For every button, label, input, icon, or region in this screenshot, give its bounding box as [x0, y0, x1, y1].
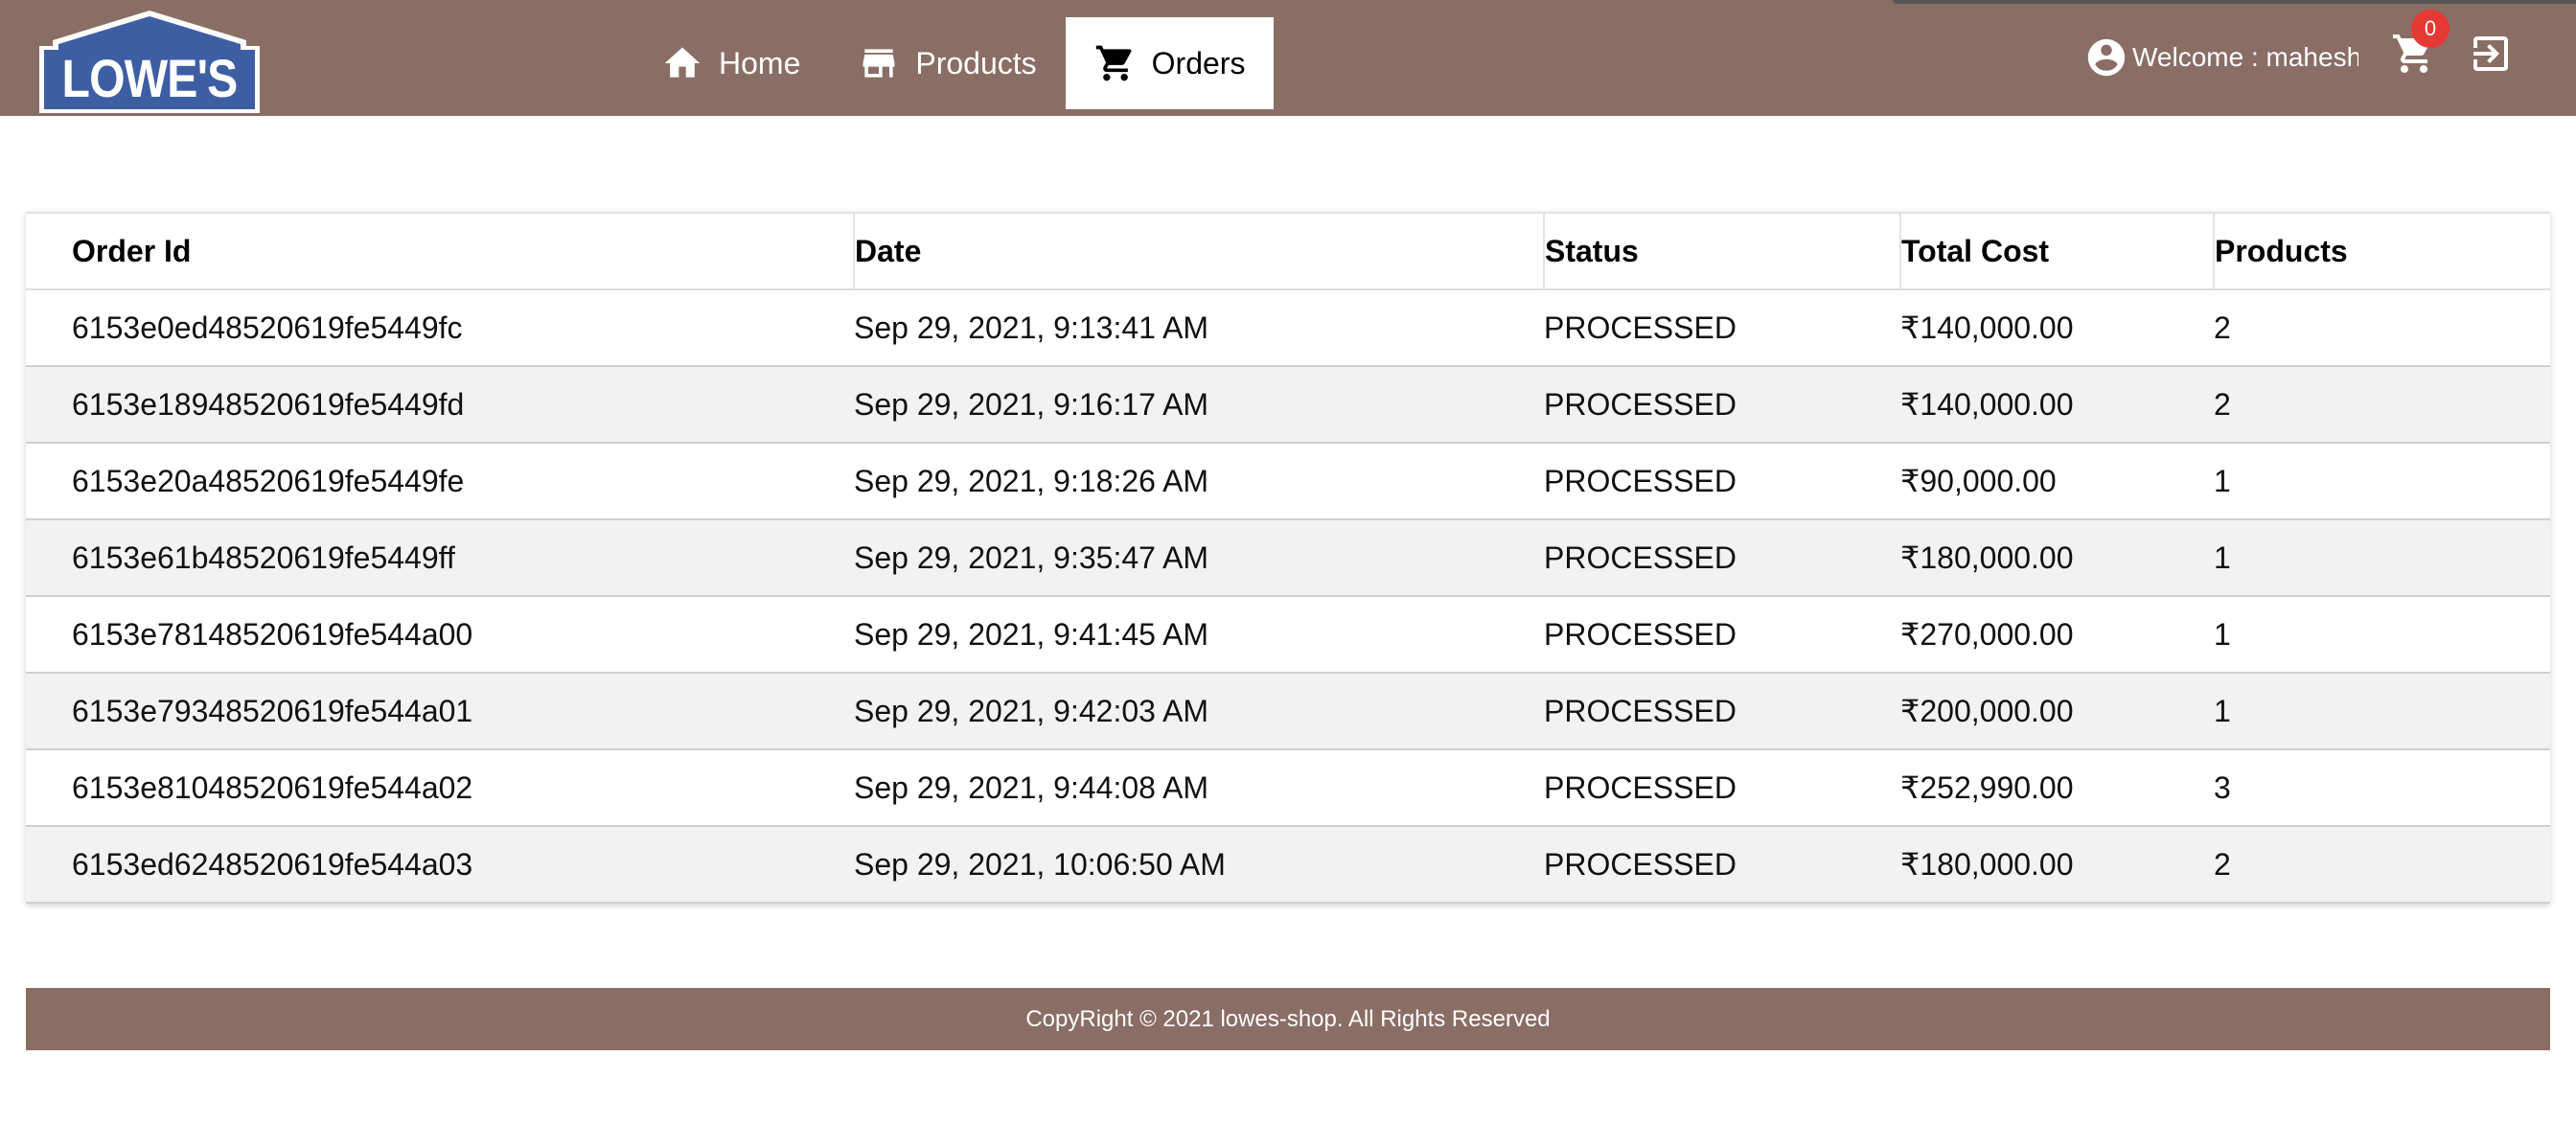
cell-order-id: 6153e78148520619fe544a00 — [26, 596, 854, 674]
cell-total-cost: ₹140,000.00 — [1900, 289, 2214, 367]
column-header-total-cost[interactable]: Total Cost — [1899, 212, 2214, 290]
cell-date: Sep 29, 2021, 9:44:08 AM — [854, 749, 1544, 827]
table-row[interactable]: 6153e79348520619fe544a01 Sep 29, 2021, 9… — [26, 673, 2550, 750]
column-header-order-id[interactable]: Order Id — [26, 212, 854, 290]
cell-total-cost: ₹180,000.00 — [1900, 826, 2214, 904]
cell-date: Sep 29, 2021, 9:41:45 AM — [854, 596, 1544, 674]
cell-order-id: 6153e79348520619fe544a01 — [26, 673, 854, 750]
cell-status: PROCESSED — [1544, 673, 1900, 750]
nav-products-label: Products — [915, 45, 1037, 80]
account-circle-icon — [2084, 35, 2128, 80]
cell-order-id: 6153ed6248520619fe544a03 — [26, 826, 854, 904]
orders-table-card: Order Id Date Status Total Cost Products… — [26, 212, 2550, 904]
table-row[interactable]: 6153ed6248520619fe544a03 Sep 29, 2021, 1… — [26, 826, 2550, 904]
welcome-text: Welcome : mahesh — [2132, 42, 2358, 72]
cell-total-cost: ₹140,000.00 — [1900, 366, 2214, 444]
cell-date: Sep 29, 2021, 9:18:26 AM — [854, 443, 1544, 520]
table-row[interactable]: 6153e78148520619fe544a00 Sep 29, 2021, 9… — [26, 596, 2550, 674]
cell-total-cost: ₹252,990.00 — [1900, 749, 2214, 827]
cell-order-id: 6153e18948520619fe5449fd — [26, 366, 854, 444]
nav-orders[interactable]: Orders — [1065, 17, 1275, 109]
cell-date: Sep 29, 2021, 9:13:41 AM — [854, 289, 1544, 367]
cell-status: PROCESSED — [1544, 289, 1900, 367]
cell-status: PROCESSED — [1544, 749, 1900, 827]
table-row[interactable]: 6153e18948520619fe5449fd Sep 29, 2021, 9… — [26, 366, 2550, 444]
cell-date: Sep 29, 2021, 10:06:50 AM — [854, 826, 1544, 904]
cell-order-id: 6153e61b48520619fe5449ff — [26, 519, 854, 597]
nav-home[interactable]: Home — [632, 17, 829, 109]
cell-date: Sep 29, 2021, 9:16:17 AM — [854, 366, 1544, 444]
cell-status: PROCESSED — [1544, 366, 1900, 444]
logo-wordmark: LOWE'S — [61, 48, 239, 108]
logout-icon — [2468, 31, 2516, 77]
cell-products: 1 — [2214, 519, 2550, 597]
cell-date: Sep 29, 2021, 9:35:47 AM — [854, 519, 1544, 597]
table-row[interactable]: 6153e61b48520619fe5449ff Sep 29, 2021, 9… — [26, 519, 2550, 597]
cell-products: 1 — [2214, 673, 2550, 750]
cell-status: PROCESSED — [1544, 596, 1900, 674]
cell-date: Sep 29, 2021, 9:42:03 AM — [854, 673, 1544, 750]
user-greeting[interactable]: Welcome : mahesh — [2084, 33, 2358, 82]
column-header-date[interactable]: Date — [853, 212, 1544, 290]
table-row[interactable]: 6153e0ed48520619fe5449fc Sep 29, 2021, 9… — [26, 289, 2550, 367]
nav-home-label: Home — [719, 45, 801, 80]
nav-orders-label: Orders — [1151, 45, 1246, 80]
cell-products: 2 — [2214, 366, 2550, 444]
cell-status: PROCESSED — [1544, 443, 1900, 520]
cell-total-cost: ₹270,000.00 — [1900, 596, 2214, 674]
cell-total-cost: ₹180,000.00 — [1900, 519, 2214, 597]
menu-shadow-edge — [1893, 0, 2576, 4]
home-icon — [661, 42, 703, 84]
cell-status: PROCESSED — [1544, 519, 1900, 597]
cell-total-cost: ₹90,000.00 — [1900, 443, 2214, 520]
cell-products: 1 — [2214, 596, 2550, 674]
table-row[interactable]: 6153e20a48520619fe5449fe Sep 29, 2021, 9… — [26, 443, 2550, 520]
cell-order-id: 6153e20a48520619fe5449fe — [26, 443, 854, 520]
column-header-status[interactable]: Status — [1543, 212, 1900, 290]
logout-button[interactable] — [2468, 31, 2516, 79]
top-app-bar: LOWE'S Home Products Orders Welcome : ma… — [0, 0, 2576, 116]
main-nav: Home Products Orders — [632, 17, 1275, 109]
column-header-products[interactable]: Products — [2213, 212, 2550, 290]
cell-status: PROCESSED — [1544, 826, 1900, 904]
orders-table: Order Id Date Status Total Cost Products… — [26, 212, 2550, 904]
page-footer: CopyRight © 2021 lowes-shop. All Rights … — [26, 988, 2550, 1050]
cell-products: 2 — [2214, 826, 2550, 904]
cell-products: 2 — [2214, 289, 2550, 367]
lowes-logo[interactable]: LOWE'S — [35, 8, 264, 115]
cart-count-badge: 0 — [2411, 10, 2450, 48]
copyright-text: CopyRight © 2021 lowes-shop. All Rights … — [1025, 1006, 1551, 1032]
table-row[interactable]: 6153e81048520619fe544a02 Sep 29, 2021, 9… — [26, 749, 2550, 827]
cell-products: 1 — [2214, 443, 2550, 520]
shopping-cart-icon — [1094, 42, 1137, 84]
cell-order-id: 6153e0ed48520619fe5449fc — [26, 289, 854, 367]
table-header-row: Order Id Date Status Total Cost Products — [26, 212, 2550, 290]
cell-total-cost: ₹200,000.00 — [1900, 673, 2214, 750]
cell-products: 3 — [2214, 749, 2550, 827]
cell-order-id: 6153e81048520619fe544a02 — [26, 749, 854, 827]
store-icon — [858, 42, 900, 84]
nav-products[interactable]: Products — [829, 17, 1065, 109]
